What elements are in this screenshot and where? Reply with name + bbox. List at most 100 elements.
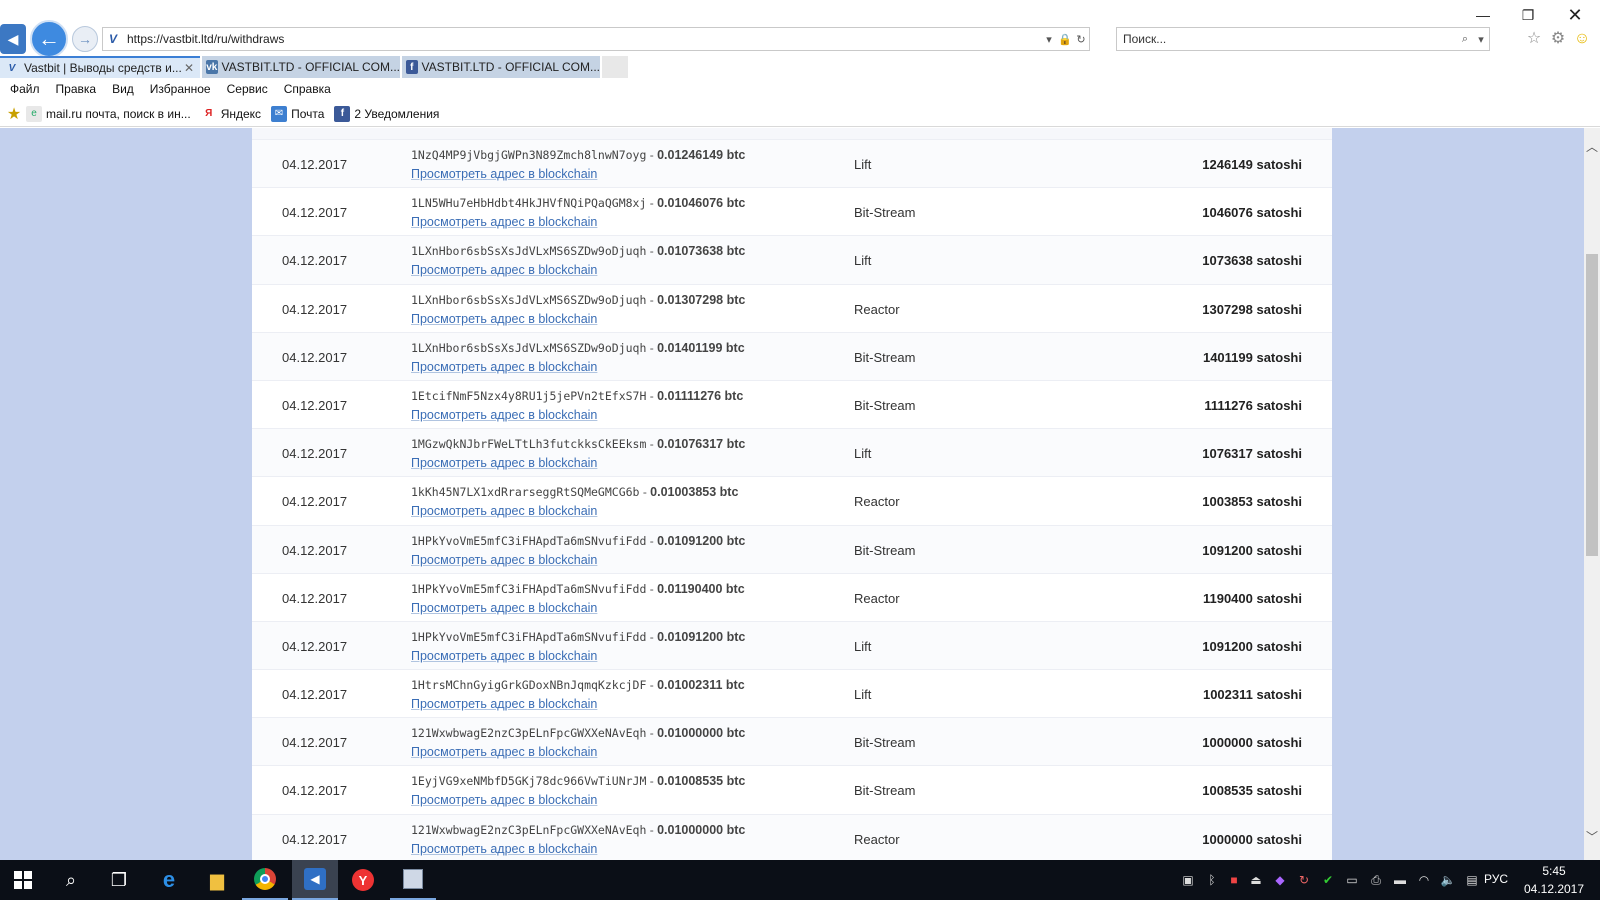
feedback-smiley-icon[interactable]: ☺ — [1572, 29, 1592, 49]
tray-printer-icon[interactable]: ⎙ — [1368, 872, 1384, 888]
blockchain-link[interactable]: Просмотреть адрес в blockchain — [411, 167, 597, 181]
table-row: 04.12.2017 1LN5WHu7eHbHdbt4HkJHVfNQiPQaQG… — [252, 188, 1332, 237]
volume-icon[interactable]: 🔈 — [1440, 872, 1456, 888]
tab-vk[interactable]: vk VASTBIT.LTD - OFFICIAL COM... — [202, 56, 400, 78]
btc-amount: 0.01091200 btc — [657, 629, 746, 644]
menu-tools[interactable]: Сервис — [227, 82, 268, 96]
blockchain-link[interactable]: Просмотреть адрес в blockchain — [411, 312, 597, 326]
url-text[interactable]: https://vastbit.ltd/ru/withdraws — [123, 32, 1041, 46]
ie-page-icon[interactable]: ◀ — [0, 24, 26, 54]
forward-button[interactable]: → — [72, 26, 98, 52]
scroll-down-arrow-icon[interactable]: ﹀ — [1584, 828, 1600, 844]
search-icon[interactable]: ⌕ — [1457, 33, 1473, 46]
blockchain-link[interactable]: Просмотреть адрес в blockchain — [411, 504, 597, 518]
explorer-taskbar-button[interactable]: ▆ — [194, 860, 240, 900]
tray-usb-icon[interactable]: ⏏ — [1248, 872, 1264, 888]
blockchain-link[interactable]: Просмотреть адрес в blockchain — [411, 215, 597, 229]
tray-sync-icon[interactable]: ↻ — [1296, 872, 1312, 888]
blockchain-link[interactable]: Просмотреть адрес в blockchain — [411, 263, 597, 277]
fav-mail[interactable]: ✉ Почта — [271, 105, 324, 122]
close-tab-icon[interactable]: ✕ — [184, 61, 194, 75]
app-taskbar-button[interactable] — [390, 860, 436, 900]
back-button[interactable]: ← — [30, 20, 68, 58]
windows-logo-icon — [14, 871, 32, 889]
lock-icon[interactable]: 🔒 — [1057, 33, 1073, 46]
yandex-taskbar-button[interactable]: Y — [340, 860, 386, 900]
search-input[interactable] — [1123, 32, 1457, 46]
tray-red-icon[interactable]: ■ — [1226, 872, 1242, 888]
separator: - — [646, 340, 658, 355]
windows-start-button[interactable] — [0, 860, 46, 900]
gear-icon[interactable]: ⚙ — [1548, 29, 1568, 49]
blockchain-link[interactable]: Просмотреть адрес в blockchain — [411, 360, 597, 374]
withdraw-address-line: 1HPkYvoVmE5mfC3iFHApdTa6mSNvufiFdd - 0.0… — [411, 534, 745, 548]
blockchain-link[interactable]: Просмотреть адрес в blockchain — [411, 842, 597, 856]
blockchain-link[interactable]: Просмотреть адрес в blockchain — [411, 649, 597, 663]
refresh-icon[interactable]: ↻ — [1073, 33, 1089, 46]
tab-vastbit-withdraws[interactable]: V Vastbit | Выводы средств и... ✕ — [0, 56, 200, 78]
fav-yandex[interactable]: Я Яндекс — [200, 105, 261, 122]
blockchain-link[interactable]: Просмотреть адрес в blockchain — [411, 553, 597, 567]
satoshi-amount: 1401199 satoshi — [1202, 349, 1302, 365]
fav-mailru[interactable]: e mail.ru почта, поиск в ин... — [26, 105, 191, 122]
menu-edit[interactable]: Правка — [56, 82, 97, 96]
menu-help[interactable]: Справка — [284, 82, 331, 96]
withdraw-date: 04.12.2017 — [282, 542, 348, 558]
edge-taskbar-button[interactable]: e — [146, 860, 192, 900]
search-box[interactable]: ⌕ ▾ — [1116, 27, 1490, 51]
taskbar-search-button[interactable]: ⌕ — [48, 860, 94, 900]
blockchain-link[interactable]: Просмотреть адрес в blockchain — [411, 745, 597, 759]
withdraw-date: 04.12.2017 — [282, 301, 348, 317]
blockchain-link[interactable]: Просмотреть адрес в blockchain — [411, 601, 597, 615]
plan-name: Reactor — [854, 831, 900, 847]
restore-button[interactable]: ❐ — [1513, 4, 1543, 26]
fav-notifications[interactable]: f 2 Уведомления — [334, 105, 439, 122]
notifications-icon[interactable]: ▤ — [1464, 872, 1480, 888]
dropdown-arrow-icon[interactable]: ▾ — [1041, 33, 1057, 46]
task-view-button[interactable]: ❐ — [96, 860, 142, 900]
tray-purple-icon[interactable]: ◆ — [1272, 872, 1288, 888]
favorites-center-icon[interactable]: ★ — [6, 106, 22, 123]
wallet-address: 1LN5WHu7eHbHdbt4HkJHVfNQiPQaQGM8xj — [411, 196, 647, 211]
wallet-address: 1LXnHbor6sbSsXsJdVLxMS6SZDw9oDjuqh — [411, 244, 647, 259]
clock-time[interactable]: 5:45 — [1520, 864, 1588, 878]
favorites-star-icon[interactable]: ☆ — [1524, 29, 1544, 49]
scroll-up-arrow-icon[interactable]: ︿ — [1584, 138, 1600, 154]
menu-favorites[interactable]: Избранное — [150, 82, 211, 96]
new-tab-button[interactable] — [602, 56, 628, 78]
blockchain-link[interactable]: Просмотреть адрес в blockchain — [411, 697, 597, 711]
facebook-icon: f — [334, 105, 351, 122]
tab-facebook[interactable]: f VASTBIT.LTD - OFFICIAL COM... — [402, 56, 600, 78]
tray-app-icon[interactable]: ▣ — [1180, 872, 1196, 888]
tray-monitor-icon[interactable]: ▭ — [1344, 872, 1360, 888]
table-row: 04.12.2017 1HtrsMChnGyigGrkGDoxNBnJqmqKzk… — [252, 670, 1332, 719]
withdraw-date: 04.12.2017 — [282, 494, 348, 510]
address-bar[interactable]: V https://vastbit.ltd/ru/withdraws ▾ 🔒 ↻ — [102, 27, 1090, 51]
table-row-partial — [252, 128, 1332, 140]
battery-icon[interactable]: ▬ — [1392, 872, 1408, 888]
withdraws-panel: 04.12.2017 1NzQ4MP9jVbgjGWPn3N89Zmch8lnwN… — [252, 128, 1332, 860]
menu-view[interactable]: Вид — [112, 82, 134, 96]
tray-check-icon[interactable]: ✔ — [1320, 872, 1336, 888]
back-arrow-icon: ← — [38, 26, 60, 51]
wifi-icon[interactable]: ◠ — [1416, 872, 1432, 888]
menu-file[interactable]: Файл — [10, 82, 40, 96]
btc-amount: 0.01401199 btc — [657, 340, 745, 355]
close-window-button[interactable]: ✕ — [1560, 4, 1590, 26]
clock-date[interactable]: 04.12.2017 — [1520, 882, 1588, 896]
chrome-taskbar-button[interactable] — [242, 860, 288, 900]
bluetooth-icon[interactable]: ᛒ — [1204, 872, 1220, 888]
input-language[interactable]: РУС — [1484, 872, 1508, 886]
search-dropdown-icon[interactable]: ▾ — [1473, 33, 1489, 46]
ie-taskbar-button[interactable]: ◀ — [292, 860, 338, 900]
blockchain-link[interactable]: Просмотреть адрес в blockchain — [411, 793, 597, 807]
withdraw-address-line: 1HPkYvoVmE5mfC3iFHApdTa6mSNvufiFdd - 0.0… — [411, 630, 745, 644]
withdraw-address-line: 1HPkYvoVmE5mfC3iFHApdTa6mSNvufiFdd - 0.0… — [411, 582, 745, 596]
blockchain-link[interactable]: Просмотреть адрес в blockchain — [411, 408, 597, 422]
vk-icon: vk — [206, 60, 218, 74]
blockchain-link[interactable]: Просмотреть адрес в blockchain — [411, 456, 597, 470]
scroll-thumb[interactable] — [1586, 254, 1598, 556]
withdraw-address-line: 1HtrsMChnGyigGrkGDoxNBnJqmqKzkcjDF - 0.0… — [411, 678, 745, 692]
vertical-scrollbar[interactable]: ︿ ﹀ — [1584, 128, 1600, 860]
minimize-button[interactable]: — — [1468, 4, 1498, 26]
